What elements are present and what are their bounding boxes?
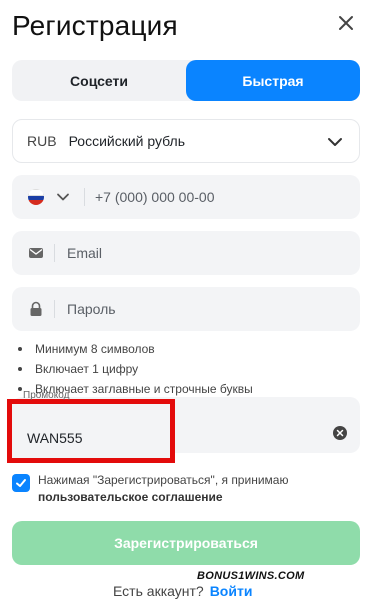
clear-icon[interactable] (332, 425, 348, 441)
login-prompt: Есть аккаунт? Войти (113, 583, 252, 599)
divider (54, 244, 55, 262)
email-field[interactable]: Email (12, 231, 360, 275)
watermark: BONUS1WINS.COM (197, 570, 305, 582)
tab-social[interactable]: Соцсети (12, 60, 186, 101)
promo-input[interactable]: WAN555 (27, 430, 83, 446)
agreement-checkbox[interactable] (12, 474, 30, 492)
check-icon (16, 479, 26, 487)
russia-flag-icon[interactable] (28, 189, 44, 205)
registration-tabs: Соцсети Быстрая (12, 60, 360, 101)
agreement-label: Нажимая "Зарегистрироваться", я принимаю (38, 473, 289, 487)
tab-quick[interactable]: Быстрая (186, 60, 360, 101)
password-field[interactable]: Пароль (12, 287, 360, 331)
divider (84, 188, 85, 206)
rule-item: Минимум 8 символов (16, 339, 253, 359)
password-input[interactable]: Пароль (67, 301, 116, 317)
mail-icon (29, 248, 43, 258)
phone-field[interactable]: +7 (000) 000 00-00 (12, 175, 360, 219)
phone-input[interactable]: +7 (000) 000 00-00 (95, 189, 214, 205)
chevron-down-icon[interactable] (56, 190, 70, 204)
login-link[interactable]: Войти (210, 583, 253, 599)
login-question: Есть аккаунт? (113, 583, 204, 599)
currency-select[interactable]: RUB Российский рубль (12, 119, 360, 163)
divider (54, 300, 55, 318)
chevron-down-icon (328, 138, 342, 146)
user-agreement-link[interactable]: пользовательское соглашение (38, 490, 223, 504)
agreement-text: Нажимая "Зарегистрироваться", я принимаю… (38, 472, 338, 506)
promo-label: Промокод (23, 390, 70, 401)
rule-item: Включает 1 цифру (16, 359, 253, 379)
email-input[interactable]: Email (67, 245, 102, 261)
currency-code: RUB (27, 133, 57, 149)
lock-icon (30, 301, 42, 316)
currency-name: Российский рубль (68, 133, 186, 149)
page-title: Регистрация (12, 10, 178, 41)
close-icon[interactable] (335, 12, 357, 34)
register-button[interactable]: Зарегистрироваться (12, 521, 360, 565)
